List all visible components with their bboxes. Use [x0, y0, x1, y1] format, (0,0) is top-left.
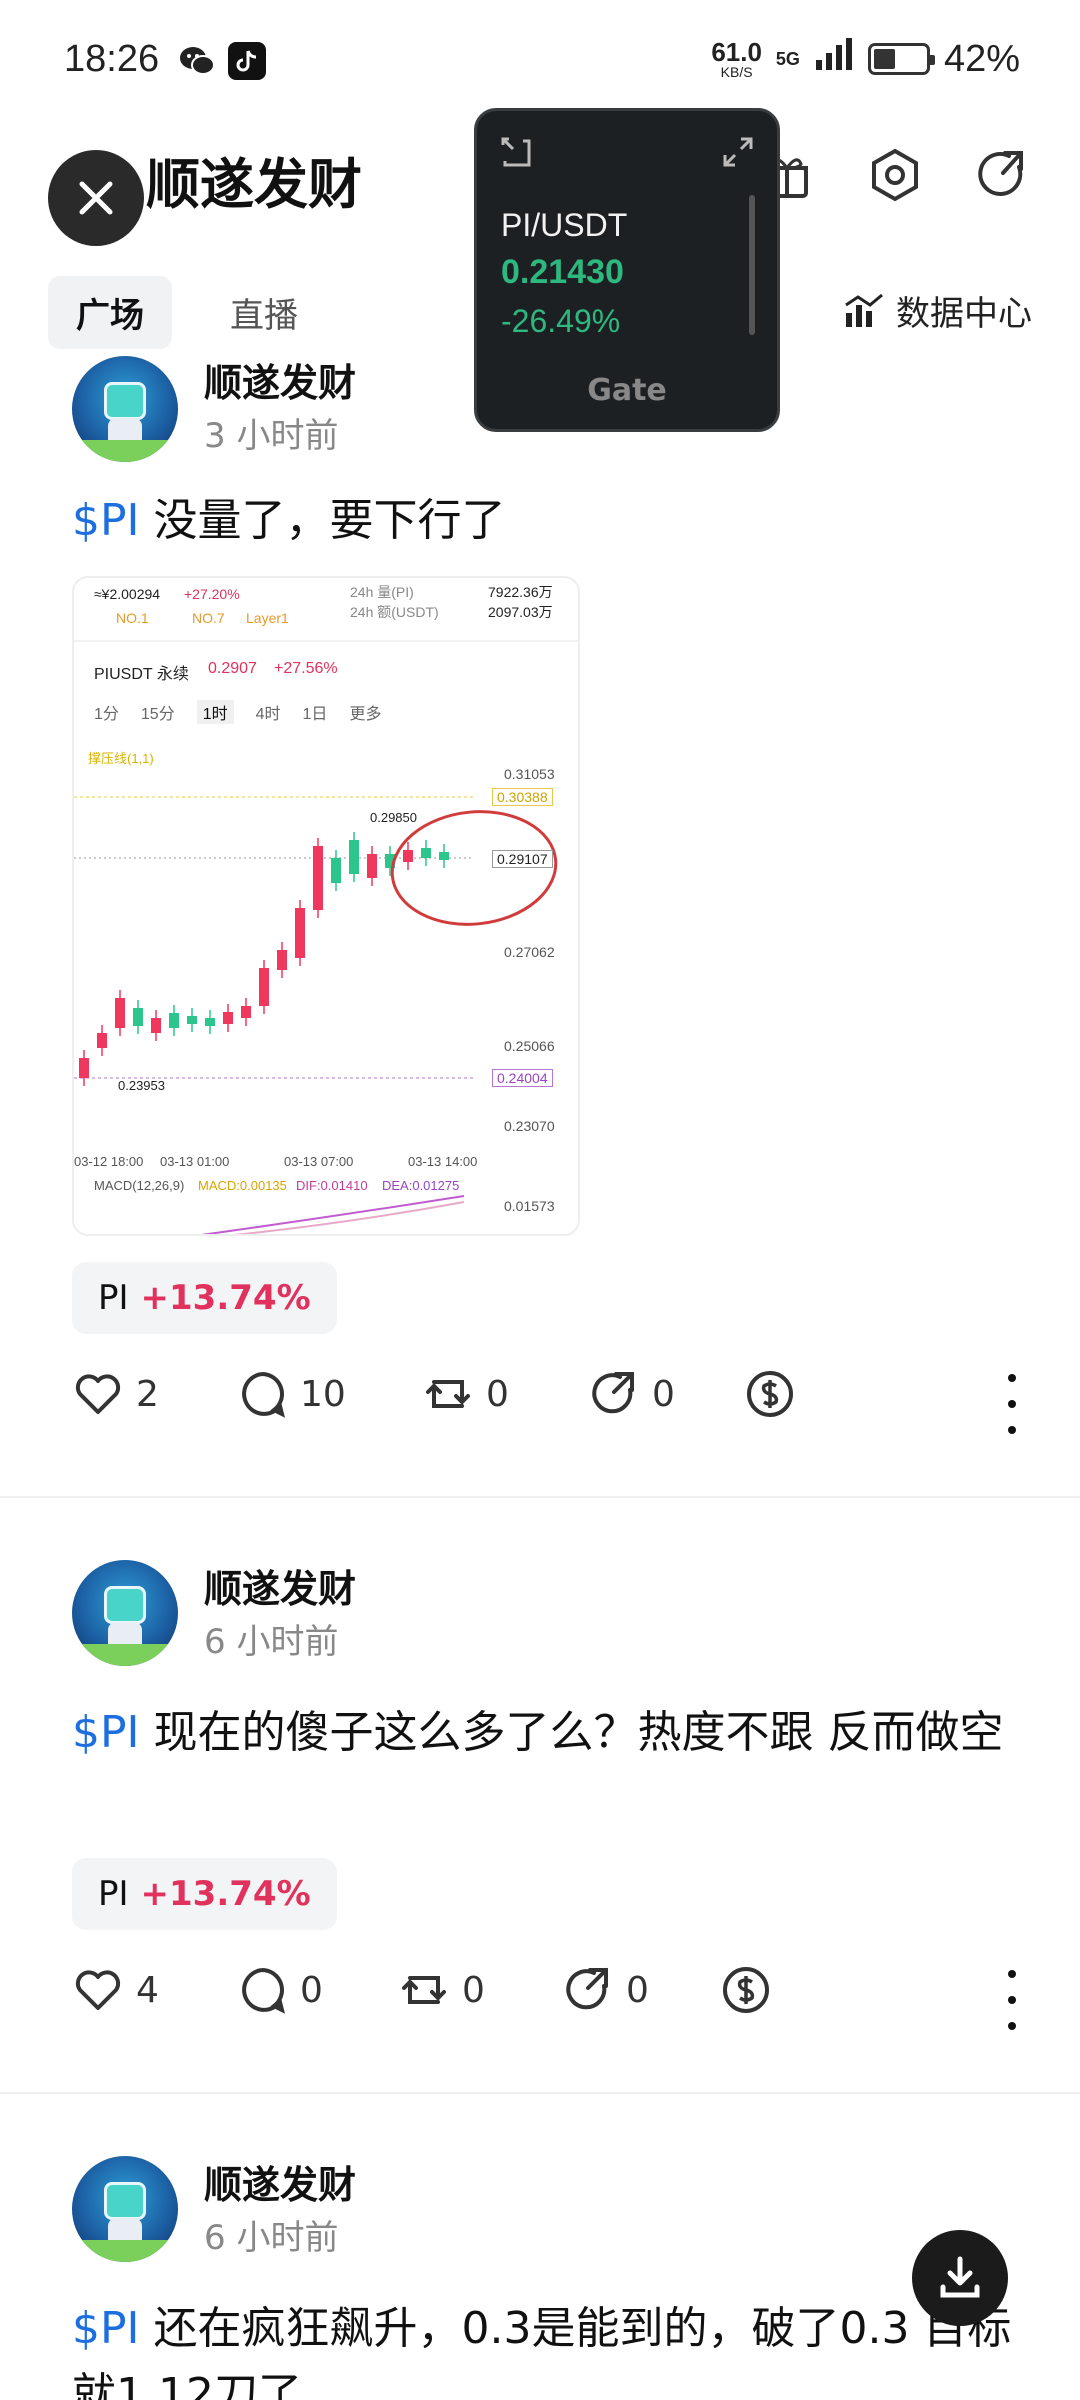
chart-dif-value: DIF:0.01410 — [296, 1178, 368, 1193]
data-center-label: 数据中心 — [896, 294, 1032, 334]
repost-button[interactable]: 0 — [422, 1368, 509, 1420]
share-button[interactable]: 0 — [588, 1368, 675, 1420]
wechat-icon — [178, 42, 216, 80]
ticker-link[interactable]: $PI — [72, 2303, 140, 2354]
heart-icon — [75, 1374, 121, 1414]
chart-dea-value: DEA:0.01275 — [382, 1178, 460, 1193]
post-text[interactable]: $PI 没量了，要下行了 — [72, 488, 1012, 554]
avatar[interactable] — [72, 2156, 178, 2262]
chart-macd-label: MACD(12,26,9) — [94, 1178, 185, 1193]
tip-button[interactable] — [720, 1964, 772, 2016]
repost-icon — [426, 1380, 470, 1408]
dollar-icon — [723, 1967, 769, 2013]
post-text[interactable]: $PI 现在的傻子这么多了么？热度不跟 反而做空 — [72, 1700, 1012, 1766]
tab-square[interactable]: 广场 — [48, 276, 172, 349]
chart-annotation: 0.23953 — [118, 1078, 165, 1093]
minimize-icon[interactable] — [499, 135, 533, 173]
battery-percent: 42% — [943, 37, 1020, 80]
divider — [0, 2092, 1080, 2094]
ticker-pill[interactable]: PI +13.74% — [72, 1858, 337, 1930]
share-icon[interactable] — [968, 140, 1038, 210]
author-name[interactable]: 顺遂发财 — [204, 1558, 356, 1613]
like-button[interactable]: 4 — [72, 1964, 159, 2016]
chart-time-tick: 03-13 14:00 — [408, 1154, 478, 1169]
divider — [0, 1496, 1080, 1498]
chart-tick: 0.01573 — [504, 1198, 555, 1214]
comment-button[interactable]: 10 — [236, 1368, 346, 1420]
chart-icon — [845, 293, 883, 327]
status-bar: 18:26 61.0 KB/S 5G 42% — [0, 0, 1080, 120]
post-time: 6 小时前 — [204, 2218, 339, 2258]
ticker-pill[interactable]: PI +13.74% — [72, 1262, 337, 1334]
tab-live[interactable]: 直播 — [202, 276, 326, 349]
ticker-change: -26.49% — [501, 303, 621, 339]
chart-tick: 0.24004 — [492, 1069, 553, 1087]
floating-ticker[interactable]: PI/USDT 0.21430 -26.49% Gate — [474, 108, 780, 432]
chart-tick: 0.23070 — [504, 1118, 555, 1134]
post-time: 3 小时前 — [204, 416, 339, 456]
ticker-link[interactable]: $PI — [72, 1707, 140, 1758]
post-time: 6 小时前 — [204, 1622, 339, 1662]
like-button[interactable]: 2 — [72, 1368, 159, 1420]
status-indicators: 61.0 KB/S 5G 42% — [711, 36, 1020, 82]
chart-tick: 0.27062 — [504, 944, 555, 960]
status-time: 18:26 — [64, 38, 160, 80]
network-label: 5G — [775, 48, 800, 69]
comment-button[interactable]: 0 — [236, 1964, 323, 2016]
chart-tick: 0.29107 — [492, 850, 553, 868]
candlestick-chart — [74, 796, 558, 1234]
chart-tick: 0.30388 — [492, 788, 553, 806]
download-button[interactable] — [912, 2230, 1008, 2326]
ticker-pair: PI/USDT — [501, 207, 628, 243]
comment-icon — [242, 1968, 285, 2014]
signal-icon — [814, 36, 854, 82]
settings-icon[interactable] — [860, 140, 930, 210]
close-button[interactable] — [48, 150, 144, 246]
chart-macd-value: MACD:0.00135 — [198, 1178, 287, 1193]
close-icon — [79, 181, 113, 215]
tip-button[interactable] — [744, 1368, 796, 1420]
ticker-price: 0.21430 — [501, 253, 624, 291]
more-options-icon[interactable] — [1002, 1970, 1022, 2030]
share-button[interactable]: 0 — [562, 1964, 649, 2016]
download-icon — [940, 2256, 980, 2298]
chart-tick: 0.25066 — [504, 1038, 555, 1054]
data-center-button[interactable]: 数据中心 — [844, 286, 1032, 335]
post-actions: 2 10 0 0 — [72, 1368, 1022, 1440]
battery-icon — [867, 43, 935, 75]
net-speed: 61.0 KB/S — [711, 37, 762, 80]
repost-icon — [402, 1976, 446, 2004]
tiktok-icon — [228, 42, 266, 80]
gate-logo: Gate — [587, 373, 667, 408]
chart-time-tick: 03-12 18:00 — [74, 1154, 144, 1169]
post-text[interactable]: $PI 还在疯狂飙升，0.3是能到的，破了0.3 目标就1.12刀了 — [72, 2296, 1012, 2400]
tab-bar: 广场 直播 — [48, 276, 326, 349]
share-icon — [592, 1372, 634, 1414]
heart-icon — [75, 1970, 121, 2010]
page-title: 顺遂发财 — [146, 153, 362, 216]
more-options-icon[interactable] — [1002, 1374, 1022, 1434]
expand-icon[interactable] — [721, 135, 755, 173]
comment-icon — [242, 1372, 285, 1418]
dollar-icon — [747, 1371, 793, 1417]
repost-button[interactable]: 0 — [398, 1964, 485, 2016]
post-actions: 4 0 0 0 — [72, 1964, 1022, 2036]
share-icon — [566, 1968, 608, 2010]
author-name[interactable]: 顺遂发财 — [204, 2154, 356, 2209]
ticker-scrollbar — [749, 195, 755, 335]
post-chart-image[interactable]: ≈¥2.00294 +27.20% 24h 量(PI) 7922.36万 24h… — [72, 576, 580, 1236]
chart-tick: 0.31053 — [504, 766, 555, 782]
avatar[interactable] — [72, 356, 178, 462]
avatar[interactable] — [72, 1560, 178, 1666]
author-name[interactable]: 顺遂发财 — [204, 352, 356, 407]
ticker-link[interactable]: $PI — [72, 495, 140, 546]
chart-time-tick: 03-13 07:00 — [284, 1154, 354, 1169]
chart-annotation: 0.29850 — [370, 810, 417, 825]
chart-time-tick: 03-13 01:00 — [160, 1154, 230, 1169]
